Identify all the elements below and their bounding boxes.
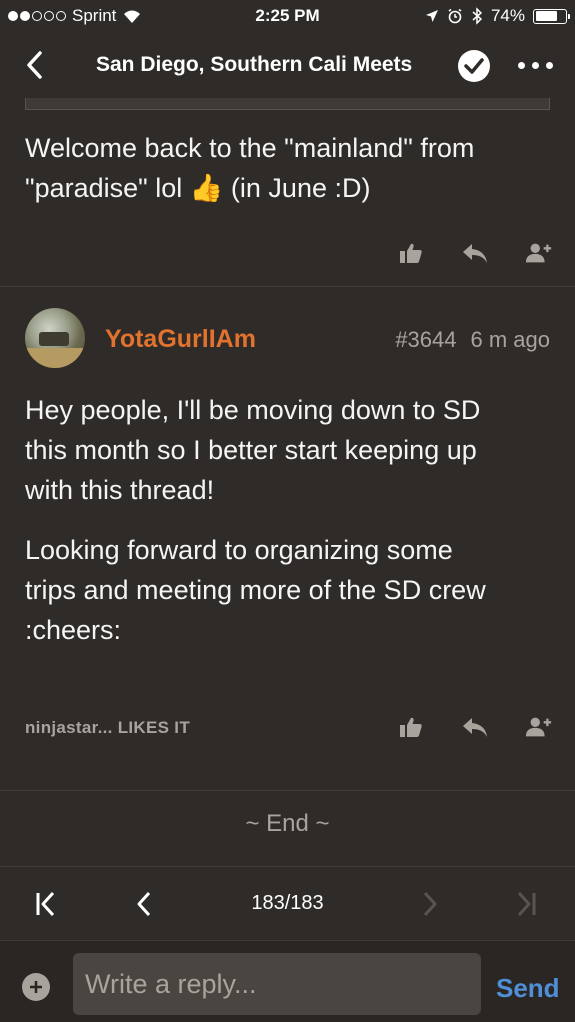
post-body-line: this month so I better start keeping up [25, 435, 477, 465]
post-divider [0, 790, 575, 791]
reply-button[interactable] [461, 240, 489, 266]
add-attachment-button[interactable] [22, 973, 50, 1001]
post-number[interactable]: #3644 [395, 327, 456, 353]
battery-percent: 74% [490, 6, 525, 25]
post-actions [397, 714, 553, 740]
post-body-line: with this thread! [25, 475, 215, 505]
check-icon [464, 58, 484, 74]
post-body-line: trips and meeting more of the SD crew [25, 575, 486, 605]
location-arrow-icon [425, 10, 438, 22]
reply-bar: Send [0, 940, 575, 1022]
post-body-line: :cheers: [25, 615, 122, 645]
chevron-right-icon [423, 891, 437, 917]
post-username[interactable]: YotaGurlIAm [105, 325, 256, 354]
send-button[interactable]: Send [496, 973, 560, 1004]
post-divider [0, 866, 575, 867]
post-meta: #3644 6 m ago [395, 327, 550, 353]
thumbs-up-emoji: 👍 [189, 173, 224, 203]
battery-icon [533, 8, 570, 24]
previous-post-text-part: (in June :D) [230, 173, 371, 203]
thumbs-up-icon [400, 243, 422, 263]
previous-post-text: Welcome back to the "mainland" from "par… [25, 128, 550, 208]
post-body-line: Looking forward to organizing some [25, 535, 453, 565]
reply-icon [463, 244, 487, 263]
watch-thread-button[interactable] [458, 50, 490, 82]
end-of-thread-marker: ~ End ~ [245, 810, 330, 837]
post-body-line: Hey people, I'll be moving down to SD [25, 395, 481, 425]
add-user-icon [525, 717, 552, 737]
next-page-button[interactable] [414, 888, 446, 920]
battery-fill [535, 11, 557, 21]
bluetooth-icon [472, 7, 483, 25]
page-indicator[interactable]: 183/183 [0, 892, 575, 915]
last-page-button[interactable] [510, 888, 542, 920]
last-page-icon [517, 891, 536, 917]
nav-bar: San Diego, Southern Cali Meets [0, 34, 575, 98]
follow-user-button[interactable] [525, 240, 553, 266]
more-icon [518, 62, 525, 69]
plus-icon [30, 981, 42, 993]
thread-title: San Diego, Southern Cali Meets [96, 53, 413, 76]
thumbs-up-icon [400, 717, 422, 737]
reply-button[interactable] [461, 714, 489, 740]
reply-input[interactable] [73, 953, 481, 1015]
previous-post-actions [397, 240, 553, 266]
alarm-icon [448, 8, 462, 24]
add-user-icon [525, 243, 552, 263]
quote-block [25, 98, 550, 110]
more-button[interactable] [518, 62, 553, 69]
follow-user-button[interactable] [525, 714, 553, 740]
previous-post-line: "paradise" lol 👍 (in June :D) [25, 168, 550, 208]
status-bar: Sprint 2:25 PM 74% [0, 0, 575, 34]
post-time: 6 m ago [470, 327, 551, 352]
status-right: 74% [425, 6, 570, 26]
reply-icon [463, 718, 487, 737]
previous-post-line: Welcome back to the "mainland" from [25, 133, 475, 163]
like-button[interactable] [397, 240, 425, 266]
page-navigation: 183/183 [0, 868, 575, 940]
avatar[interactable] [25, 308, 85, 368]
likes-summary[interactable]: ninjastar... LIKES IT [25, 718, 190, 738]
chevron-left-icon [27, 51, 42, 79]
like-button[interactable] [397, 714, 425, 740]
post-divider [0, 286, 575, 287]
previous-post-text-part: "paradise" lol [25, 173, 183, 203]
post-body-paragraph: Hey people, I'll be moving down to SD th… [25, 390, 550, 510]
post-body-paragraph: Looking forward to organizing some trips… [25, 530, 550, 650]
back-button[interactable] [18, 48, 50, 82]
